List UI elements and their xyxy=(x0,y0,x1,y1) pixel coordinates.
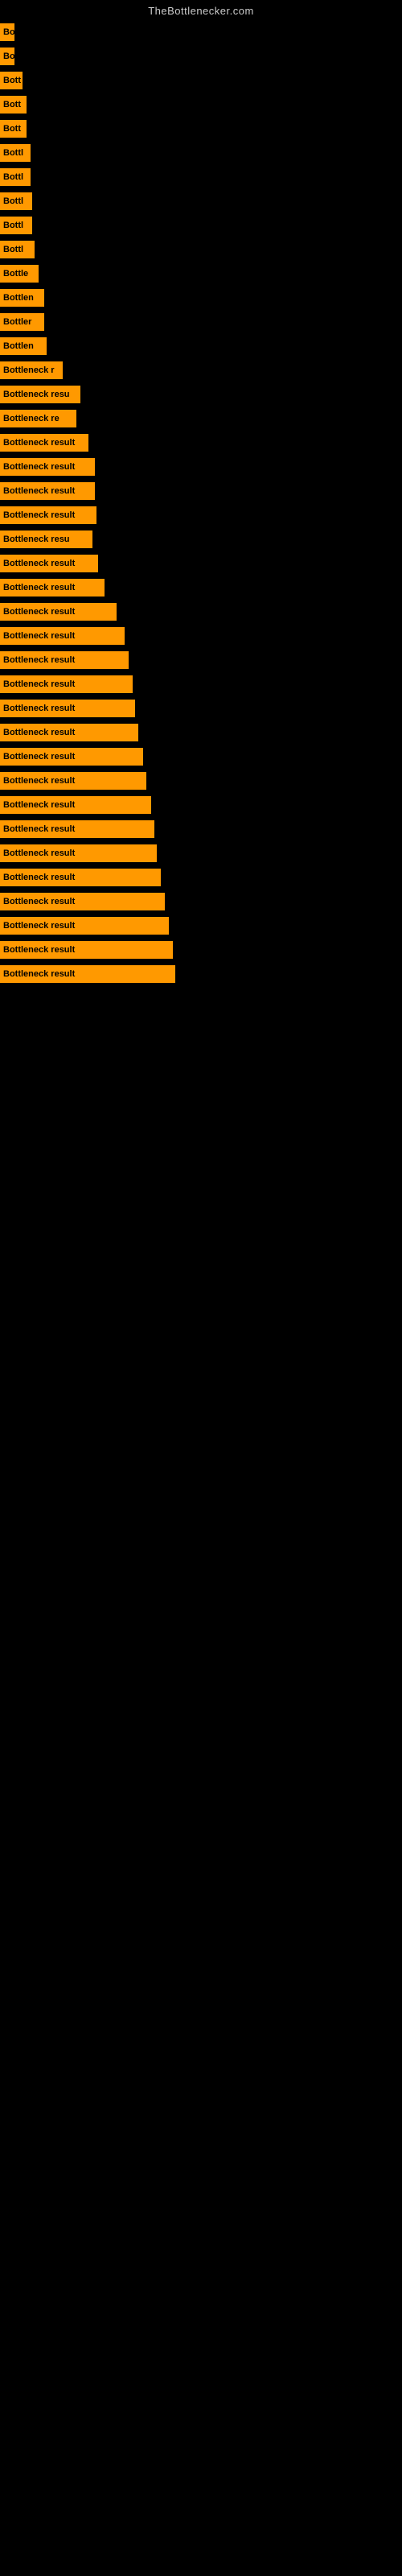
bar-label: Bottleneck result xyxy=(0,844,157,862)
bar-row: Bottleneck result xyxy=(0,455,402,479)
bar-row: Bottleneck re xyxy=(0,407,402,431)
bar-label: Bottleneck result xyxy=(0,434,88,452)
bar-label: Bottleneck result xyxy=(0,627,125,645)
bar-row: Bottleneck result xyxy=(0,624,402,648)
bar-row: Bottleneck resu xyxy=(0,527,402,551)
bar-row: Bott xyxy=(0,117,402,141)
bar-row: Bottleneck result xyxy=(0,817,402,841)
bar-label: Bottl xyxy=(0,144,31,162)
bar-row: Bottleneck result xyxy=(0,720,402,745)
bar-label: Bottlen xyxy=(0,337,47,355)
bar-label: Bottler xyxy=(0,313,44,331)
bar-row: Bottl xyxy=(0,189,402,213)
bar-row: Bottleneck result xyxy=(0,841,402,865)
bar-label: Bottleneck resu xyxy=(0,386,80,403)
bar-row: Bottleneck result xyxy=(0,479,402,503)
bar-label: Bottleneck result xyxy=(0,675,133,693)
bar-label: Bottleneck result xyxy=(0,917,169,935)
bar-row: Bo xyxy=(0,44,402,68)
bar-row: Bottleneck result xyxy=(0,890,402,914)
bar-label: Bottleneck resu xyxy=(0,530,92,548)
bar-row: Bottleneck result xyxy=(0,769,402,793)
bar-row: Bottleneck r xyxy=(0,358,402,382)
bar-label: Bottl xyxy=(0,241,35,258)
bar-row: Bottle xyxy=(0,262,402,286)
bar-label: Bo xyxy=(0,47,14,65)
bar-row: Bottlen xyxy=(0,286,402,310)
bar-row: Bottleneck result xyxy=(0,648,402,672)
bar-row: Bottl xyxy=(0,141,402,165)
bar-label: Bottleneck result xyxy=(0,724,138,741)
bar-label: Bottleneck re xyxy=(0,410,76,427)
bar-label: Bottleneck result xyxy=(0,651,129,669)
bar-label: Bottleneck r xyxy=(0,361,63,379)
bar-label: Bottle xyxy=(0,265,39,283)
bar-label: Bottleneck result xyxy=(0,506,96,524)
bar-label: Bottleneck result xyxy=(0,772,146,790)
bar-row: Bottl xyxy=(0,237,402,262)
bar-row: Bottleneck result xyxy=(0,745,402,769)
bar-label: Bottleneck result xyxy=(0,748,143,766)
bar-label: Bo xyxy=(0,23,14,41)
bar-row: Bottleneck result xyxy=(0,551,402,576)
bar-row: Bottleneck result xyxy=(0,503,402,527)
bar-row: Bottleneck result xyxy=(0,576,402,600)
bar-row: Bottl xyxy=(0,213,402,237)
bar-row: Bott xyxy=(0,93,402,117)
bar-row: Bottleneck result xyxy=(0,865,402,890)
bar-label: Bottleneck result xyxy=(0,579,105,597)
bar-label: Bottleneck result xyxy=(0,941,173,959)
site-title: TheBottlenecker.com xyxy=(0,0,402,20)
bar-label: Bottleneck result xyxy=(0,893,165,910)
bar-label: Bottleneck result xyxy=(0,869,161,886)
bar-label: Bottleneck result xyxy=(0,603,117,621)
bar-label: Bottleneck result xyxy=(0,555,98,572)
bar-row: Bott xyxy=(0,68,402,93)
bar-label: Bottleneck result xyxy=(0,796,151,814)
bar-label: Bott xyxy=(0,96,27,114)
bar-row: Bottlen xyxy=(0,334,402,358)
bar-label: Bottl xyxy=(0,217,32,234)
bar-row: Bottleneck result xyxy=(0,600,402,624)
bar-label: Bottleneck result xyxy=(0,820,154,838)
bar-label: Bottlen xyxy=(0,289,44,307)
bar-row: Bottleneck result xyxy=(0,672,402,696)
bar-row: Bottleneck result xyxy=(0,962,402,986)
bar-label: Bott xyxy=(0,72,23,89)
bar-label: Bottleneck result xyxy=(0,458,95,476)
bars-container: Bo Bo Bott Bott Bott Bottl Bottl Bottl Bottl Bott… xyxy=(0,20,402,986)
bar-label: Bottleneck result xyxy=(0,482,95,500)
bar-row: Bottler xyxy=(0,310,402,334)
bar-label: Bottl xyxy=(0,192,32,210)
bar-row: Bottleneck resu xyxy=(0,382,402,407)
bar-label: Bott xyxy=(0,120,27,138)
bar-label: Bottl xyxy=(0,168,31,186)
bar-label: Bottleneck result xyxy=(0,700,135,717)
bar-row: Bottleneck result xyxy=(0,938,402,962)
bar-row: Bottleneck result xyxy=(0,696,402,720)
bar-row: Bottleneck result xyxy=(0,914,402,938)
bar-label: Bottleneck result xyxy=(0,965,175,983)
bar-row: Bottl xyxy=(0,165,402,189)
bar-row: Bottleneck result xyxy=(0,431,402,455)
bar-row: Bottleneck result xyxy=(0,793,402,817)
bar-row: Bo xyxy=(0,20,402,44)
